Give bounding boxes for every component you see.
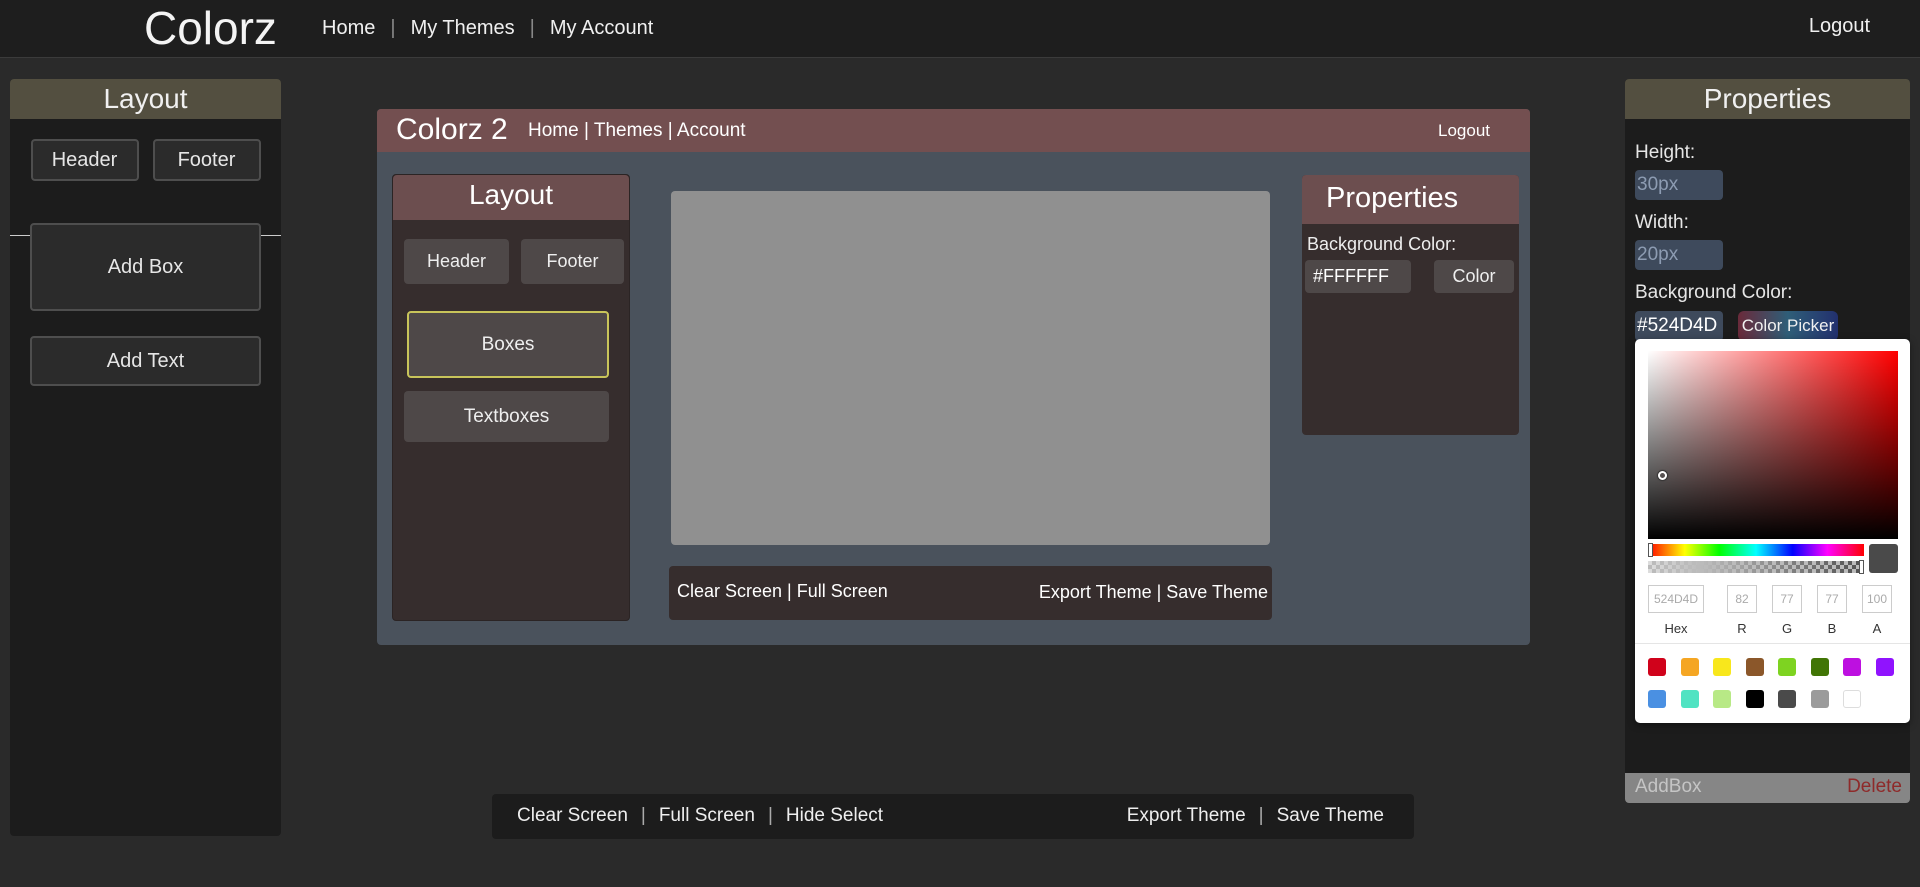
preset-swatch[interactable] — [1713, 658, 1731, 676]
nav-separator: | — [529, 17, 535, 39]
theme-preview: Colorz 2 Home | Themes | Account Logout … — [377, 109, 1530, 645]
addbox-link[interactable]: AddBox — [1635, 776, 1702, 798]
logout-link[interactable]: Logout — [1809, 15, 1870, 38]
top-nav-bar: Colorz Home | My Themes | My Account Log… — [0, 0, 1920, 58]
preview-bottom-right[interactable]: Export Theme | Save Theme — [1039, 582, 1268, 603]
properties-panel-title: Properties — [1625, 79, 1910, 119]
b-field[interactable]: 77 — [1817, 585, 1847, 613]
preset-swatch[interactable] — [1745, 658, 1764, 676]
height-input[interactable]: 30px — [1635, 170, 1723, 200]
preview-textboxes-button[interactable]: Textboxes — [404, 391, 609, 442]
preview-footer-button[interactable]: Footer — [521, 239, 624, 284]
layout-panel: Layout Header Footer Add Box Add Text — [10, 79, 281, 836]
b-label: B — [1827, 621, 1837, 636]
picker-divider — [1635, 643, 1910, 644]
bottom-toolbar: Clear Screen | Full Screen | Hide Select… — [492, 794, 1414, 839]
preset-swatch[interactable] — [1875, 658, 1894, 676]
height-label: Height: — [1635, 142, 1696, 163]
nav-separator: | — [390, 17, 396, 39]
preset-swatch[interactable] — [1713, 690, 1731, 708]
toolbar-left-group: Clear Screen | Full Screen | Hide Select — [517, 805, 883, 827]
export-theme-button[interactable]: Export Theme — [1127, 805, 1246, 827]
preview-header-button[interactable]: Header — [404, 239, 509, 284]
preview-bottom-bar: Clear Screen | Full Screen Export Theme … — [669, 566, 1272, 620]
width-label: Width: — [1635, 212, 1689, 233]
preview-bottom-left[interactable]: Clear Screen | Full Screen — [677, 581, 888, 602]
preset-swatch[interactable] — [1778, 690, 1796, 708]
a-field[interactable]: 100 — [1862, 585, 1892, 613]
hide-select-button[interactable]: Hide Select — [786, 805, 883, 827]
preset-swatch[interactable] — [1745, 690, 1764, 708]
bg-color-hex-input[interactable]: #524D4D — [1635, 311, 1723, 341]
preview-color-button[interactable]: Color — [1434, 260, 1514, 293]
color-picker-popup: 524D4D 82 77 77 100 Hex R G B A — [1635, 339, 1910, 723]
preview-header[interactable]: Colorz 2 Home | Themes | Account Logout — [377, 109, 1530, 152]
r-field[interactable]: 82 — [1727, 585, 1757, 613]
hue-handle[interactable] — [1648, 543, 1653, 557]
preview-canvas[interactable] — [671, 191, 1270, 545]
preview-properties-title: Properties — [1302, 175, 1519, 224]
preset-swatch[interactable] — [1680, 658, 1699, 676]
full-screen-button[interactable]: Full Screen — [659, 805, 755, 827]
preview-nav: Home | Themes | Account — [528, 120, 746, 141]
alpha-slider[interactable] — [1648, 560, 1864, 574]
toolbar-separator: | — [640, 805, 646, 826]
hue-slider[interactable] — [1648, 543, 1864, 557]
footer-tab-button[interactable]: Footer — [152, 139, 261, 181]
preset-swatch[interactable] — [1843, 658, 1861, 676]
toolbar-right-group: Export Theme | Save Theme — [1127, 805, 1384, 827]
preview-boxes-button[interactable]: Boxes — [407, 311, 609, 378]
preset-swatch[interactable] — [1778, 658, 1796, 676]
bg-color-label: Background Color: — [1635, 282, 1793, 303]
alpha-handle[interactable] — [1859, 560, 1864, 574]
saturation-handle[interactable] — [1658, 471, 1667, 480]
preset-swatch[interactable] — [1648, 690, 1666, 708]
g-field[interactable]: 77 — [1772, 585, 1802, 613]
a-label: A — [1872, 621, 1882, 636]
toolbar-separator: | — [767, 805, 773, 826]
nav-my-themes[interactable]: My Themes — [411, 17, 515, 40]
hex-label: Hex — [1664, 621, 1688, 636]
preset-swatch[interactable] — [1810, 658, 1829, 676]
preset-swatch[interactable] — [1680, 690, 1699, 708]
header-tab-button[interactable]: Header — [30, 139, 139, 181]
clear-screen-button[interactable]: Clear Screen — [517, 805, 628, 827]
preview-layout-panel: Layout Header Footer Boxes Textboxes — [392, 174, 630, 621]
saturation-area[interactable] — [1648, 351, 1898, 539]
color-preview-swatch — [1869, 544, 1898, 573]
add-text-button[interactable]: Add Text — [30, 336, 261, 386]
properties-footer: AddBox Delete — [1625, 773, 1910, 803]
hex-field[interactable]: 524D4D — [1648, 585, 1704, 613]
r-label: R — [1737, 621, 1747, 636]
width-input[interactable]: 20px — [1635, 240, 1723, 270]
app-logo[interactable]: Colorz — [144, 0, 277, 56]
g-label: G — [1781, 621, 1793, 636]
preset-swatch[interactable] — [1810, 690, 1829, 708]
preview-properties-panel: Properties Background Color: #FFFFFF Col… — [1302, 175, 1519, 435]
layout-tabs: Header Footer — [10, 119, 281, 236]
nav-home[interactable]: Home — [322, 17, 375, 40]
color-picker-button[interactable]: Color Picker — [1738, 311, 1838, 341]
save-theme-button[interactable]: Save Theme — [1277, 805, 1384, 827]
preview-layout-title: Layout — [393, 175, 629, 220]
toolbar-separator: | — [1258, 805, 1264, 826]
preview-hex-input[interactable]: #FFFFFF — [1305, 260, 1411, 293]
layout-panel-title: Layout — [10, 79, 281, 119]
preset-swatch[interactable] — [1843, 690, 1861, 708]
preview-brand: Colorz 2 — [396, 113, 508, 146]
main-nav: Home | My Themes | My Account — [322, 17, 653, 40]
nav-my-account[interactable]: My Account — [550, 17, 653, 40]
delete-link[interactable]: Delete — [1847, 776, 1902, 798]
preview-bg-label: Background Color: — [1307, 234, 1457, 254]
preview-logout: Logout — [1438, 121, 1490, 140]
add-box-button[interactable]: Add Box — [30, 223, 261, 311]
preset-swatch[interactable] — [1648, 658, 1666, 676]
